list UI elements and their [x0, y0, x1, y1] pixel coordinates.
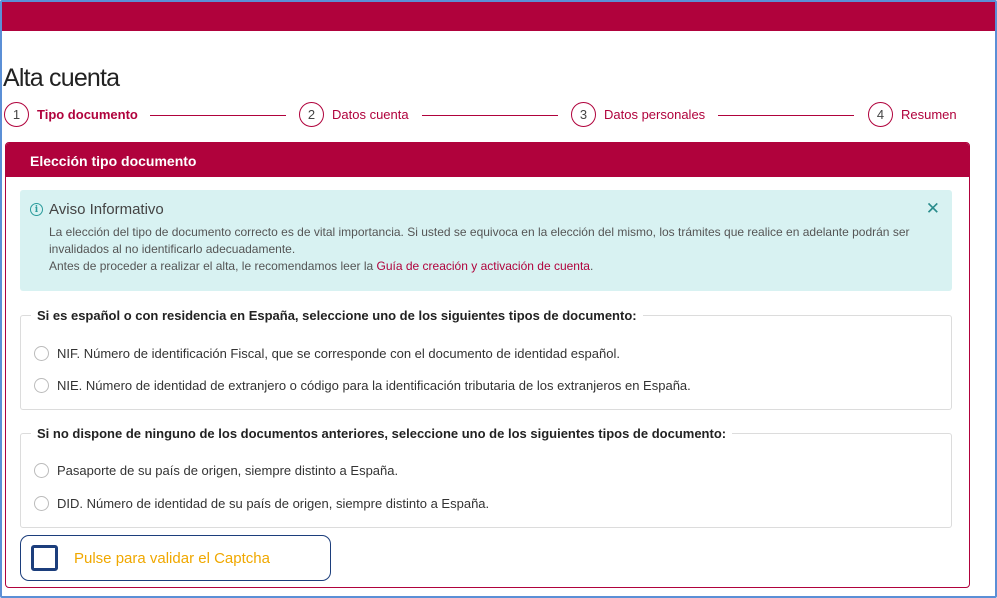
captcha-checkbox[interactable] [31, 545, 58, 571]
alert-title: Aviso Informativo [49, 201, 164, 218]
step-label: Datos personales [604, 107, 706, 122]
captcha-label: Pulse para validar el Captcha [74, 550, 270, 567]
step-label: Datos cuenta [332, 107, 409, 122]
option-nie[interactable]: NIE. Número de identidad de extranjero o… [34, 378, 691, 393]
top-banner [2, 2, 995, 31]
document-type-card: Elección tipo documento i Aviso Informat… [5, 142, 970, 588]
alert-text-suffix: . [589, 259, 594, 273]
option-label: Pasaporte de su país de origen, siempre … [57, 463, 399, 478]
stepper: 1 Tipo documento 2 Datos cuenta 3 Datos … [2, 102, 995, 130]
page-title: Alta cuenta [3, 64, 120, 92]
option-did[interactable]: DID. Número de identidad de su país de o… [34, 496, 489, 511]
guide-link[interactable]: Guía de creación y activación de cuenta [377, 259, 590, 273]
alert-text-line2: Antes de proceder a realizar el alta, le… [49, 258, 929, 275]
option-label: NIE. Número de identidad de extranjero o… [57, 378, 691, 393]
close-icon[interactable]: ✕ [926, 199, 940, 219]
step-number: 4 [868, 102, 893, 127]
step-datos-cuenta[interactable]: 2 Datos cuenta [299, 102, 409, 127]
radio-button[interactable] [34, 463, 49, 478]
step-number: 3 [571, 102, 596, 127]
option-pasaporte[interactable]: Pasaporte de su país de origen, siempre … [34, 463, 398, 478]
app-window: Alta cuenta 1 Tipo documento 2 Datos cue… [0, 0, 997, 598]
option-nif[interactable]: NIF. Número de identificación Fiscal, qu… [34, 346, 620, 361]
group-legend: Si no dispone de ninguno de los document… [31, 426, 733, 441]
resident-document-group: Si es español o con residencia en España… [20, 308, 952, 410]
step-datos-personales[interactable]: 3 Datos personales [571, 102, 705, 127]
step-connector [422, 115, 558, 116]
step-connector [718, 115, 854, 116]
radio-button[interactable] [34, 378, 49, 393]
captcha-button[interactable]: Pulse para validar el Captcha [20, 535, 331, 581]
step-number: 2 [299, 102, 324, 127]
alert-text-line1: La elección del tipo de documento correc… [49, 225, 910, 256]
step-number: 1 [4, 102, 29, 127]
step-resumen[interactable]: 4 Resumen [868, 102, 957, 127]
step-connector [150, 115, 286, 116]
step-label: Tipo documento [37, 107, 138, 122]
card-title: Elección tipo documento [6, 143, 969, 177]
option-label: DID. Número de identidad de su país de o… [57, 496, 490, 511]
alert-text-prefix: Antes de proceder a realizar el alta, le… [49, 259, 377, 273]
group-legend: Si es español o con residencia en España… [31, 308, 643, 323]
info-icon: i [30, 203, 43, 216]
option-label: NIF. Número de identificación Fiscal, qu… [57, 346, 620, 361]
foreign-document-group: Si no dispone de ninguno de los document… [20, 426, 952, 528]
step-tipo-documento[interactable]: 1 Tipo documento [4, 102, 138, 127]
step-label: Resumen [901, 107, 957, 122]
alert-body: La elección del tipo de documento correc… [49, 224, 929, 275]
radio-button[interactable] [34, 346, 49, 361]
info-alert: i Aviso Informativo ✕ La elección del ti… [20, 190, 952, 291]
radio-button[interactable] [34, 496, 49, 511]
